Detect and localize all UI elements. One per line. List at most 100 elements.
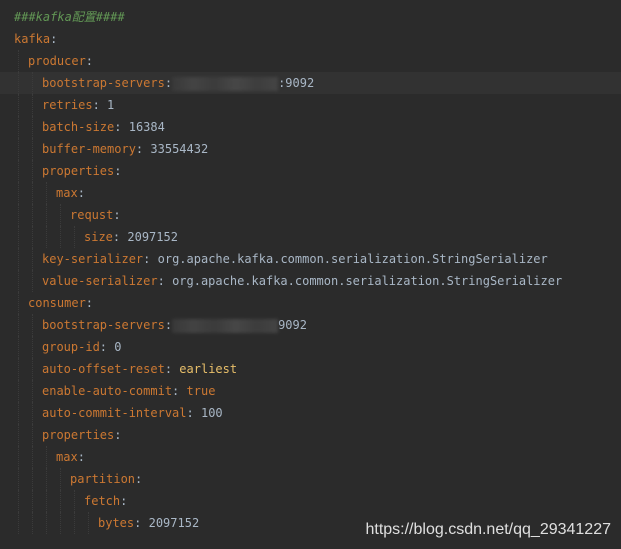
watermark-url: https://blog.csdn.net/qq_29341227 — [365, 521, 611, 538]
code-content: ###kafka配置#### — [14, 6, 125, 28]
indent-guide — [18, 358, 19, 380]
code-line[interactable]: bootstrap-servers::9092 — [0, 72, 621, 94]
yaml-colon: : — [114, 428, 122, 442]
code-line[interactable]: auto-commit-interval: 100 — [0, 402, 621, 424]
indent-guide — [18, 138, 19, 160]
yaml-key: properties — [42, 164, 115, 178]
indent-guide — [18, 446, 19, 468]
indent-guide — [18, 160, 19, 182]
yaml-colon: : — [92, 98, 100, 112]
code-line[interactable]: retries: 1 — [0, 94, 621, 116]
code-line[interactable]: auto-offset-reset: earliest — [0, 358, 621, 380]
indent-guide — [32, 490, 33, 512]
indent-guide — [18, 292, 19, 314]
indent-guide — [46, 204, 47, 226]
indent-guide — [18, 468, 19, 490]
yaml-colon: : — [134, 516, 142, 530]
indent-guide — [74, 512, 75, 534]
code-line[interactable]: group-id: 0 — [0, 336, 621, 358]
yaml-editor[interactable]: ###kafka配置#### kafka: producer: bootstrap-s… — [0, 0, 621, 549]
code-line[interactable]: batch-size: 16384 — [0, 116, 621, 138]
yaml-comment: ###kafka配置#### — [14, 10, 125, 24]
code-line[interactable]: buffer-memory: 33554432 — [0, 138, 621, 160]
yaml-colon: : — [157, 274, 165, 288]
code-line[interactable]: consumer: — [0, 292, 621, 314]
yaml-key: properties — [42, 428, 115, 442]
code-line[interactable]: size: 2097152 — [0, 226, 621, 248]
indent-guide — [60, 490, 61, 512]
code-line[interactable]: key-serializer: org.apache.kafka.common.… — [0, 248, 621, 270]
indent-guide — [60, 204, 61, 226]
yaml-key: bootstrap-servers — [42, 318, 165, 332]
indent-guide — [32, 204, 33, 226]
code-content: bytes: 2097152 — [98, 512, 199, 534]
code-content: retries: 1 — [42, 94, 114, 116]
indent-guide — [60, 468, 61, 490]
yaml-value: 1 — [107, 98, 115, 112]
yaml-key: auto-offset-reset — [42, 362, 165, 376]
indent-guide — [46, 512, 47, 534]
code-line[interactable]: kafka: — [0, 28, 621, 50]
indent-guide — [18, 424, 19, 446]
code-line[interactable]: requst: — [0, 204, 621, 226]
code-line[interactable]: bootstrap-servers: 9092 — [0, 314, 621, 336]
yaml-key: auto-commit-interval — [42, 406, 187, 420]
yaml-key: batch-size — [42, 120, 115, 134]
code-line[interactable]: value-serializer: org.apache.kafka.commo… — [0, 270, 621, 292]
indent-guide — [32, 512, 33, 534]
indent-guide — [46, 446, 47, 468]
yaml-key: requst — [70, 208, 114, 222]
yaml-value: earliest — [179, 362, 238, 376]
yaml-value: true — [186, 384, 216, 398]
indent-guide — [18, 182, 19, 204]
yaml-colon: : — [186, 406, 194, 420]
redacted-host — [172, 318, 279, 333]
code-content: auto-commit-interval: 100 — [42, 402, 223, 424]
code-line[interactable]: producer: — [0, 50, 621, 72]
code-line[interactable]: ###kafka配置#### — [0, 6, 621, 28]
indent-guide — [32, 446, 33, 468]
indent-guide — [32, 424, 33, 446]
yaml-colon: : — [164, 76, 173, 90]
indent-guide — [18, 336, 19, 358]
yaml-colon: : — [112, 230, 121, 244]
yaml-colon: : — [99, 340, 108, 354]
yaml-key: kafka — [14, 32, 51, 46]
yaml-colon: : — [172, 384, 180, 398]
indent-guide — [74, 490, 75, 512]
yaml-colon: : — [114, 120, 122, 134]
indent-guide — [32, 270, 33, 292]
code-line[interactable]: max: — [0, 446, 621, 468]
yaml-key: value-serializer — [42, 274, 158, 288]
code-content: auto-offset-reset: earliest — [42, 358, 237, 380]
code-content: fetch: — [84, 490, 127, 512]
yaml-key: buffer-memory — [42, 142, 136, 156]
yaml-key: bootstrap-servers — [42, 76, 165, 90]
yaml-colon: : — [143, 252, 151, 266]
yaml-key: group-id — [42, 340, 100, 354]
indent-guide — [46, 182, 47, 204]
code-content: buffer-memory: 33554432 — [42, 138, 208, 160]
yaml-colon: : — [135, 142, 144, 156]
code-line[interactable]: properties: — [0, 424, 621, 446]
code-content: key-serializer: org.apache.kafka.common.… — [42, 248, 548, 270]
yaml-key: retries — [42, 98, 93, 112]
yaml-colon: : — [85, 54, 94, 68]
yaml-value: 16384 — [128, 120, 165, 134]
code-content: value-serializer: org.apache.kafka.commo… — [42, 270, 562, 292]
indent-guide — [18, 72, 19, 94]
yaml-colon: : — [120, 494, 128, 508]
code-line[interactable]: fetch: — [0, 490, 621, 512]
code-content: enable-auto-commit: true — [42, 380, 215, 402]
indent-guide — [32, 248, 33, 270]
code-line[interactable]: partition: — [0, 468, 621, 490]
code-content: properties: — [42, 424, 121, 446]
code-line[interactable]: enable-auto-commit: true — [0, 380, 621, 402]
indent-guide — [32, 314, 33, 336]
yaml-colon: : — [77, 186, 85, 200]
code-line[interactable]: max: — [0, 182, 621, 204]
yaml-key: producer — [28, 54, 86, 68]
code-content: group-id: 0 — [42, 336, 122, 358]
code-line[interactable]: properties: — [0, 160, 621, 182]
yaml-value: 2097152 — [148, 516, 200, 530]
